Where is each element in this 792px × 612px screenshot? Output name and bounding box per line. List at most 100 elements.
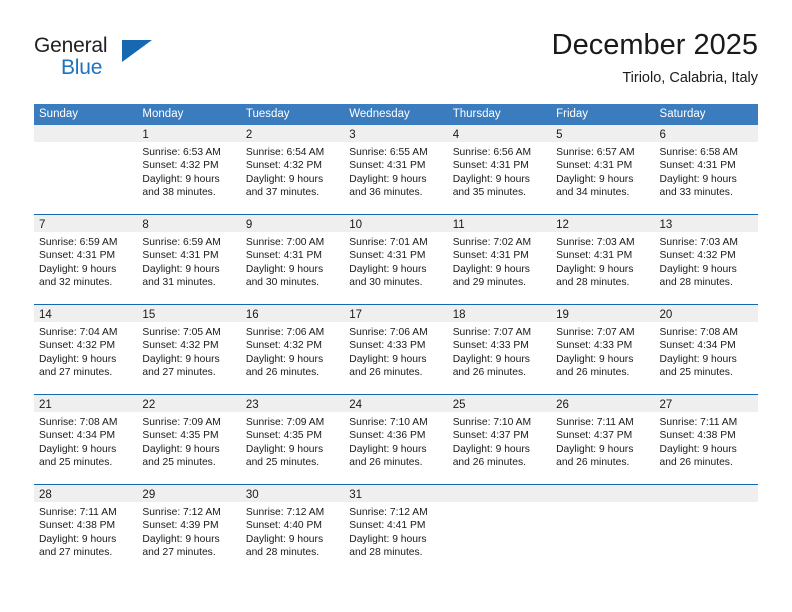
day-detail-line: Sunset: 4:31 PM [659, 160, 736, 172]
calendar-day-cell[interactable]: 9 Sunrise: 7:00 AM Sunset: 4:31 PM Daylight… [240, 215, 345, 304]
day-details: Sunrise: 7:11 AM Sunset: 4:37 PM Daylight:… [551, 412, 654, 470]
day-detail-line: Sunset: 4:31 PM [349, 250, 426, 262]
day-number: 9 [245, 219, 253, 231]
calendar-day-cell[interactable]: 2 Sunrise: 6:54 AM Sunset: 4:32 PM Daylight… [240, 125, 345, 214]
day-number-band: 5 [551, 125, 655, 142]
day-number: 19 [556, 309, 569, 321]
weekday-header-thursday: Thursday [452, 108, 501, 120]
day-detail-line: Sunrise: 7:11 AM [659, 417, 738, 428]
day-detail-line: Sunrise: 7:12 AM [245, 507, 325, 518]
calendar-day-cell[interactable]: 24 Sunrise: 7:10 AM Sunset: 4:36 PM Dayligh… [344, 395, 448, 484]
day-details: Sunrise: 7:06 AM Sunset: 4:33 PM Daylight:… [344, 322, 447, 380]
calendar-day-cell[interactable]: 16 Sunrise: 7:06 AM Sunset: 4:32 PM Dayligh… [240, 305, 345, 394]
day-detail-line: Daylight: 9 hours [349, 443, 427, 455]
day-number: 8 [142, 219, 149, 231]
day-detail-line: and 28 minutes. [659, 277, 733, 289]
calendar-day-cell[interactable]: 11 Sunrise: 7:02 AM Sunset: 4:31 PM Dayligh… [447, 215, 552, 304]
calendar-day-cell[interactable]: 27 Sunrise: 7:11 AM Sunset: 4:38 PM Dayligh… [654, 395, 758, 484]
calendar-day-cell[interactable]: 18 Sunrise: 7:07 AM Sunset: 4:33 PM Dayligh… [447, 305, 552, 394]
day-number-band: 26 [551, 395, 655, 412]
day-detail-line: and 30 minutes. [349, 277, 423, 289]
calendar-day-cell[interactable]: 15 Sunrise: 7:05 AM Sunset: 4:32 PM Dayligh… [137, 305, 241, 394]
calendar-day-cell[interactable]: 26 Sunrise: 7:11 AM Sunset: 4:37 PM Dayligh… [551, 395, 655, 484]
day-detail-line: Sunset: 4:36 PM [349, 430, 426, 442]
day-detail-line: Sunset: 4:33 PM [452, 340, 529, 352]
day-number-band: 21 [34, 395, 138, 412]
day-details: Sunrise: 6:54 AM Sunset: 4:32 PM Daylight:… [241, 142, 344, 200]
day-number-band: 20 [654, 305, 758, 322]
day-number: 24 [349, 399, 363, 411]
calendar-day-cell[interactable]: 4 Sunrise: 6:56 AM Sunset: 4:31 PM Daylight… [447, 125, 552, 214]
calendar-day-cell[interactable]: 3 Sunrise: 6:55 AM Sunset: 4:31 PM Daylight… [344, 125, 448, 214]
calendar-day-cell[interactable]: 22 Sunrise: 7:09 AM Sunset: 4:35 PM Dayligh… [137, 395, 241, 484]
calendar-day-cell[interactable]: 23 Sunrise: 7:09 AM Sunset: 4:35 PM Dayligh… [240, 395, 345, 484]
day-number-band: 9 [240, 215, 345, 232]
day-number-band: 18 [447, 305, 552, 322]
calendar-day-cell-empty [654, 485, 758, 574]
day-detail-line: and 27 minutes. [142, 367, 216, 379]
brand-logo[interactable]: General Blue [34, 34, 164, 84]
day-detail-line: Sunrise: 7:11 AM [39, 507, 117, 518]
day-number-band: 23 [240, 395, 345, 412]
day-detail-line: Daylight: 9 hours [349, 173, 427, 185]
day-detail-line: Sunset: 4:39 PM [142, 520, 219, 532]
day-details: Sunrise: 7:12 AM Sunset: 4:41 PM Daylight:… [344, 502, 447, 560]
calendar-day-cell[interactable]: 21 Sunrise: 7:08 AM Sunset: 4:34 PM Dayligh… [34, 395, 138, 484]
day-detail-line: Sunset: 4:40 PM [245, 520, 322, 532]
day-number: 18 [452, 309, 466, 321]
day-detail-line: Daylight: 9 hours [659, 353, 737, 365]
weekday-header-saturday: Saturday [659, 108, 706, 120]
calendar-day-cell[interactable]: 19 Sunrise: 7:07 AM Sunset: 4:33 PM Dayligh… [551, 305, 655, 394]
calendar-day-cell[interactable]: 12 Sunrise: 7:03 AM Sunset: 4:31 PM Dayligh… [551, 215, 655, 304]
day-number: 10 [349, 219, 363, 231]
day-number: 31 [349, 489, 363, 501]
calendar-day-cell[interactable]: 5 Sunrise: 6:57 AM Sunset: 4:31 PM Daylight… [551, 125, 655, 214]
day-detail-line: Daylight: 9 hours [142, 443, 220, 455]
day-detail-line: Daylight: 9 hours [659, 263, 737, 275]
calendar-day-cell[interactable]: 25 Sunrise: 7:10 AM Sunset: 4:37 PM Dayligh… [447, 395, 552, 484]
day-detail-line: Daylight: 9 hours [245, 173, 324, 185]
day-number: 7 [39, 219, 46, 231]
calendar-day-cell[interactable]: 17 Sunrise: 7:06 AM Sunset: 4:33 PM Dayligh… [344, 305, 448, 394]
day-details: Sunrise: 7:09 AM Sunset: 4:35 PM Daylight:… [137, 412, 240, 470]
day-detail-line: Sunrise: 7:10 AM [349, 417, 428, 428]
day-detail-line: Sunrise: 7:01 AM [349, 237, 428, 248]
day-detail-line: and 27 minutes. [142, 547, 216, 559]
calendar-day-cell[interactable]: 13 Sunrise: 7:03 AM Sunset: 4:32 PM Dayligh… [654, 215, 758, 304]
day-details [448, 502, 551, 506]
calendar-day-cell[interactable]: 7 Sunrise: 6:59 AM Sunset: 4:31 PM Daylight… [34, 215, 138, 304]
day-number: 11 [452, 219, 465, 231]
day-detail-line: Sunrise: 6:55 AM [349, 147, 428, 158]
day-detail-line: and 29 minutes. [452, 277, 526, 289]
page-subtitle: Tiriolo, Calabria, Italy [622, 70, 758, 86]
day-number-band: 29 [137, 485, 241, 502]
day-detail-line: Sunset: 4:38 PM [659, 430, 736, 442]
day-number: 20 [659, 309, 673, 321]
day-detail-line: Daylight: 9 hours [349, 533, 427, 545]
calendar-day-cell[interactable]: 29 Sunrise: 7:12 AM Sunset: 4:39 PM Dayligh… [137, 485, 241, 574]
day-details: Sunrise: 7:01 AM Sunset: 4:31 PM Daylight:… [344, 232, 447, 290]
calendar-day-cell[interactable]: 8 Sunrise: 6:59 AM Sunset: 4:31 PM Daylight… [137, 215, 241, 304]
day-details [655, 502, 758, 506]
day-details: Sunrise: 7:02 AM Sunset: 4:31 PM Daylight:… [448, 232, 551, 290]
day-detail-line: Sunrise: 7:09 AM [245, 417, 325, 428]
calendar-day-cell[interactable]: 31 Sunrise: 7:12 AM Sunset: 4:41 PM Dayligh… [344, 485, 448, 574]
calendar-day-cell[interactable]: 10 Sunrise: 7:01 AM Sunset: 4:31 PM Dayligh… [344, 215, 448, 304]
calendar-day-cell[interactable]: 28 Sunrise: 7:11 AM Sunset: 4:38 PM Dayligh… [34, 485, 138, 574]
day-detail-line: and 36 minutes. [349, 187, 423, 199]
weekday-header-row: Sunday Monday Tuesday Wednesday Thursday Frid… [34, 104, 758, 125]
day-number: 4 [452, 129, 460, 141]
day-detail-line: and 34 minutes. [556, 187, 630, 199]
calendar-day-cell[interactable]: 20 Sunrise: 7:08 AM Sunset: 4:34 PM Dayligh… [654, 305, 758, 394]
day-detail-line: Daylight: 9 hours [556, 173, 634, 185]
calendar-day-cell[interactable]: 1 Sunrise: 6:53 AM Sunset: 4:32 PM Daylight… [137, 125, 241, 214]
calendar-day-cell[interactable]: 6 Sunrise: 6:58 AM Sunset: 4:31 PM Daylight… [654, 125, 758, 214]
day-number-band: 13 [654, 215, 758, 232]
title-block: December 2025 Tiriolo, Calabria, Italy [552, 28, 758, 88]
calendar-day-cell[interactable]: 30 Sunrise: 7:12 AM Sunset: 4:40 PM Dayligh… [240, 485, 345, 574]
day-detail-line: and 25 minutes. [245, 457, 320, 469]
day-number: 23 [245, 399, 259, 411]
day-details [551, 502, 654, 506]
calendar-day-cell[interactable]: 14 Sunrise: 7:04 AM Sunset: 4:32 PM Dayligh… [34, 305, 138, 394]
day-detail-line: Sunset: 4:31 PM [452, 250, 529, 262]
